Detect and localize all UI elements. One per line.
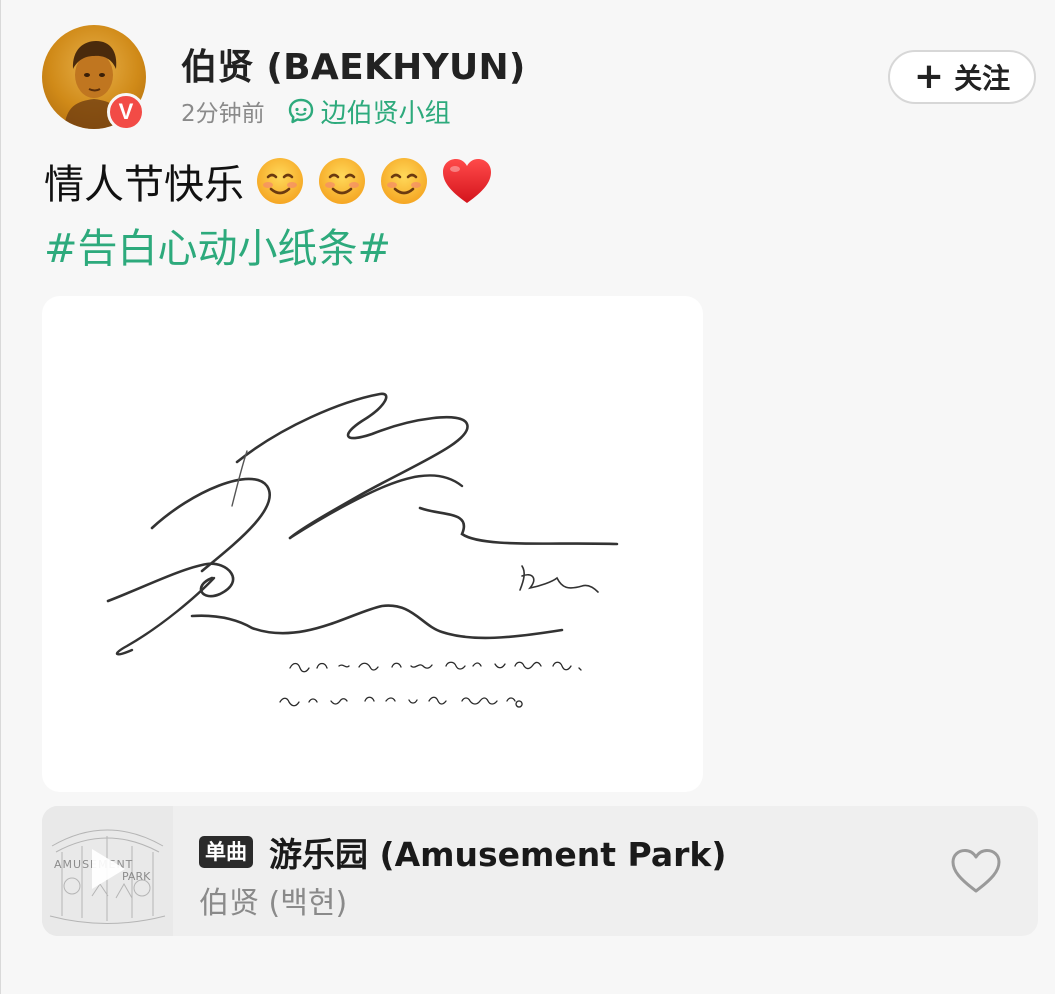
play-icon[interactable] <box>88 846 128 896</box>
post-timestamp: 2分钟前 <box>181 101 265 127</box>
follow-label: 关注 <box>954 62 1011 95</box>
single-badge: 单曲 <box>199 836 253 868</box>
smiling-face-emoji <box>254 155 306 207</box>
author-name[interactable]: 伯贤 (BAEKHYUN) <box>181 38 526 90</box>
verified-badge: V <box>107 93 145 131</box>
song-artist[interactable]: 伯贤 (백현) <box>199 878 347 922</box>
music-card[interactable]: AMUSEMENT PARK 单曲 游乐园 (Amusement Park) 伯… <box>42 806 1038 936</box>
weibo-post-page: V 伯贤 (BAEKHYUN) 2分钟前 边伯贤小组 + 关注 情人节快乐 #告… <box>0 0 1055 994</box>
song-info: 单曲 游乐园 (Amusement Park) <box>199 828 726 876</box>
post-meta: 2分钟前 边伯贤小组 <box>181 93 451 130</box>
heart-outline-icon[interactable] <box>948 846 1004 896</box>
song-title[interactable]: 游乐园 (Amusement Park) <box>269 828 726 876</box>
album-cover[interactable]: AMUSEMENT PARK <box>42 806 173 936</box>
group-name: 边伯贤小组 <box>320 98 451 129</box>
group-link[interactable]: 边伯贤小组 <box>287 93 451 130</box>
left-border <box>0 0 1 994</box>
follow-button[interactable]: + 关注 <box>888 50 1036 104</box>
post-content: 情人节快乐 <box>44 152 494 210</box>
post-image[interactable] <box>42 296 703 792</box>
plus-icon: + <box>913 56 945 97</box>
smiling-face-emoji <box>316 155 368 207</box>
post-text: 情人节快乐 <box>44 162 244 208</box>
group-icon <box>287 97 315 125</box>
smiling-face-emoji <box>378 155 430 207</box>
handwritten-note-image <box>106 392 619 708</box>
red-heart-emoji <box>440 155 494 207</box>
hashtag-link[interactable]: #告白心动小纸条# <box>44 216 391 274</box>
